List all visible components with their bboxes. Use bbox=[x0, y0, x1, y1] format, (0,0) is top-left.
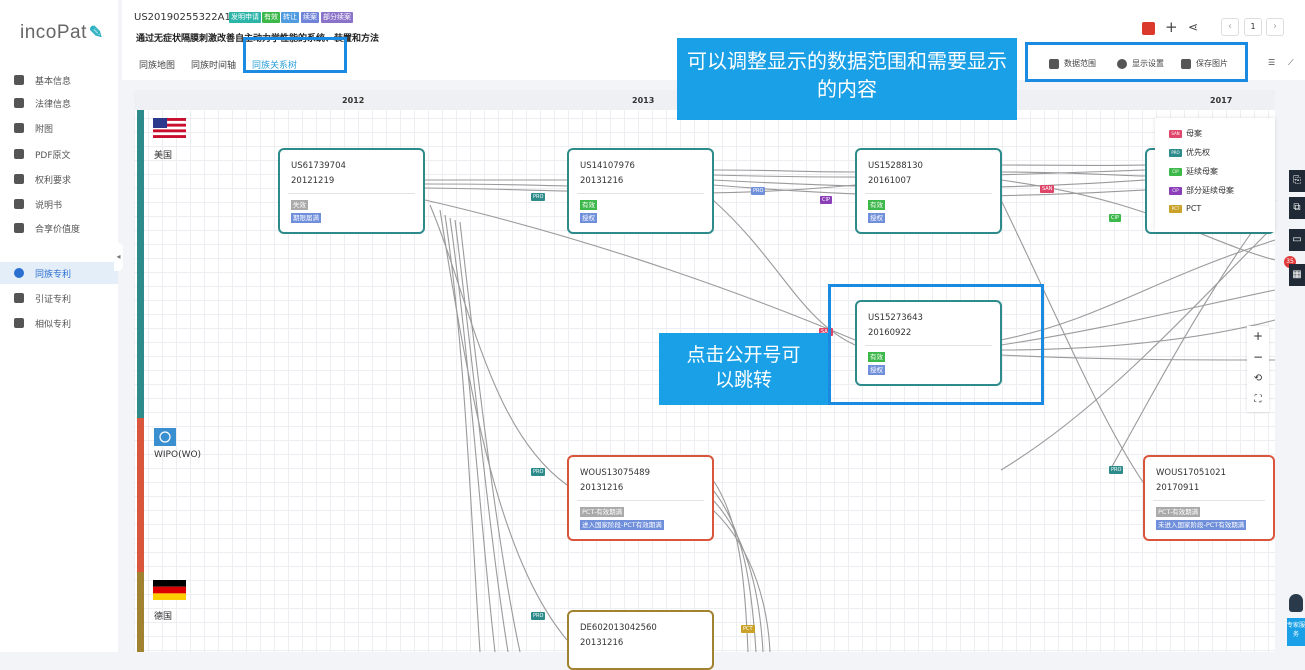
card-divider bbox=[577, 193, 704, 194]
tab-highlight-box bbox=[243, 37, 347, 73]
patent-card[interactable]: US15288130 20161007 有效 授权 bbox=[855, 148, 1002, 234]
legend-item: CIP 部分延续母案 bbox=[1169, 185, 1234, 196]
status-tag: PCT-有效期满 bbox=[580, 507, 625, 517]
callout-click-to-jump: 点击公开号可以跳转 bbox=[659, 333, 828, 405]
legal-tag: 期限届满 bbox=[291, 213, 321, 223]
legend-item: PCT PCT bbox=[1169, 204, 1201, 213]
legend-code: PCT bbox=[1169, 204, 1182, 213]
patent-card[interactable]: US61739704 20121219 失效 期限届满 bbox=[278, 148, 425, 234]
callout-adjust-range: 可以调整显示的数据范围和需要显示的内容 bbox=[677, 38, 1017, 120]
legal-tag: 授权 bbox=[868, 213, 885, 223]
patent-card[interactable]: WOUS17051021 20170911 PCT-有效期满 未进入国家阶段-P… bbox=[1143, 455, 1275, 541]
expert-service[interactable]: 专家服务 bbox=[1287, 594, 1305, 650]
patent-card[interactable]: WOUS13075489 20131216 PCT-有效期满 进入国家阶段-PC… bbox=[567, 455, 714, 541]
edge-label-pro: PRO bbox=[1109, 466, 1124, 474]
edge-label-cip: CIP bbox=[820, 196, 832, 204]
zoom-controls: + − ⟲ ⛶ bbox=[1247, 326, 1269, 412]
card-highlight-box bbox=[828, 284, 1044, 405]
legal-tag: 未进入国家阶段-PCT有效期满 bbox=[1156, 520, 1247, 530]
edge-label-pro: PRO bbox=[531, 193, 546, 201]
relation-legend: SAN 母案 PRO 优先权 CIP 延续母案 CIP 部分延续母案 PCT PCT bbox=[1155, 118, 1275, 232]
edge-label-san: SAN bbox=[1040, 185, 1055, 193]
reset-view-button[interactable]: ⟲ bbox=[1247, 368, 1269, 389]
status-tag: 失效 bbox=[291, 200, 308, 210]
patent-card[interactable]: US14107976 20131216 有效 授权 bbox=[567, 148, 714, 234]
publication-number[interactable]: DE602013042560 bbox=[580, 623, 657, 633]
card-divider bbox=[577, 500, 704, 501]
legend-code: PRO bbox=[1169, 148, 1182, 157]
zoom-in-button[interactable]: + bbox=[1247, 326, 1269, 347]
legal-tag: 进入国家阶段-PCT有效期满 bbox=[580, 520, 664, 530]
fit-view-button[interactable]: ⛶ bbox=[1247, 389, 1269, 410]
legend-item: CIP 延续母案 bbox=[1169, 166, 1218, 177]
publication-date: 20170911 bbox=[1156, 483, 1200, 493]
publication-number[interactable]: US61739704 bbox=[291, 161, 346, 171]
publication-date: 20131216 bbox=[580, 176, 624, 186]
zoom-out-button[interactable]: − bbox=[1247, 347, 1269, 368]
right-tool-copy[interactable]: ⧉ bbox=[1289, 197, 1305, 219]
edge-label-pct: PCT bbox=[741, 625, 755, 633]
card-divider bbox=[865, 193, 992, 194]
publication-number[interactable]: WOUS17051021 bbox=[1156, 468, 1226, 478]
right-tool-qrcode[interactable]: ▦ bbox=[1289, 264, 1305, 286]
edge-label-pro: PRO bbox=[531, 612, 546, 620]
legend-item: SAN 母案 bbox=[1169, 128, 1202, 139]
publication-number[interactable]: US14107976 bbox=[580, 161, 635, 171]
publication-date: 20131216 bbox=[580, 638, 624, 648]
publication-date: 20131216 bbox=[580, 483, 624, 493]
legend-item: PRO 优先权 bbox=[1169, 147, 1210, 158]
legend-code: SAN bbox=[1169, 129, 1182, 138]
right-tool-bookmark[interactable]: ⎘ bbox=[1289, 170, 1305, 192]
legal-tag: 授权 bbox=[580, 213, 597, 223]
publication-date: 20121219 bbox=[291, 176, 335, 186]
legend-code: CIP bbox=[1169, 186, 1182, 195]
publication-date: 20161007 bbox=[868, 176, 912, 186]
status-tag: PCT-有效期满 bbox=[1156, 507, 1201, 517]
legend-code: CIP bbox=[1169, 167, 1182, 176]
status-tag: 有效 bbox=[580, 200, 597, 210]
toolbar-highlight-box bbox=[1025, 42, 1248, 82]
edge-label-cip: CIP bbox=[1109, 214, 1121, 222]
publication-number[interactable]: US15288130 bbox=[868, 161, 923, 171]
expert-service-label: 专家服务 bbox=[1287, 618, 1305, 646]
card-divider bbox=[1153, 500, 1265, 501]
card-divider bbox=[288, 193, 415, 194]
patent-card[interactable]: DE602013042560 20131216 bbox=[567, 610, 714, 670]
connection-lines bbox=[424, 164, 1276, 652]
edge-label-pro: PRO bbox=[751, 187, 766, 195]
right-tool-folder[interactable]: ▭ bbox=[1289, 229, 1305, 251]
publication-number[interactable]: WOUS13075489 bbox=[580, 468, 650, 478]
edge-label-pro: PRO bbox=[531, 468, 546, 476]
status-tag: 有效 bbox=[868, 200, 885, 210]
avatar-icon bbox=[1289, 594, 1303, 612]
